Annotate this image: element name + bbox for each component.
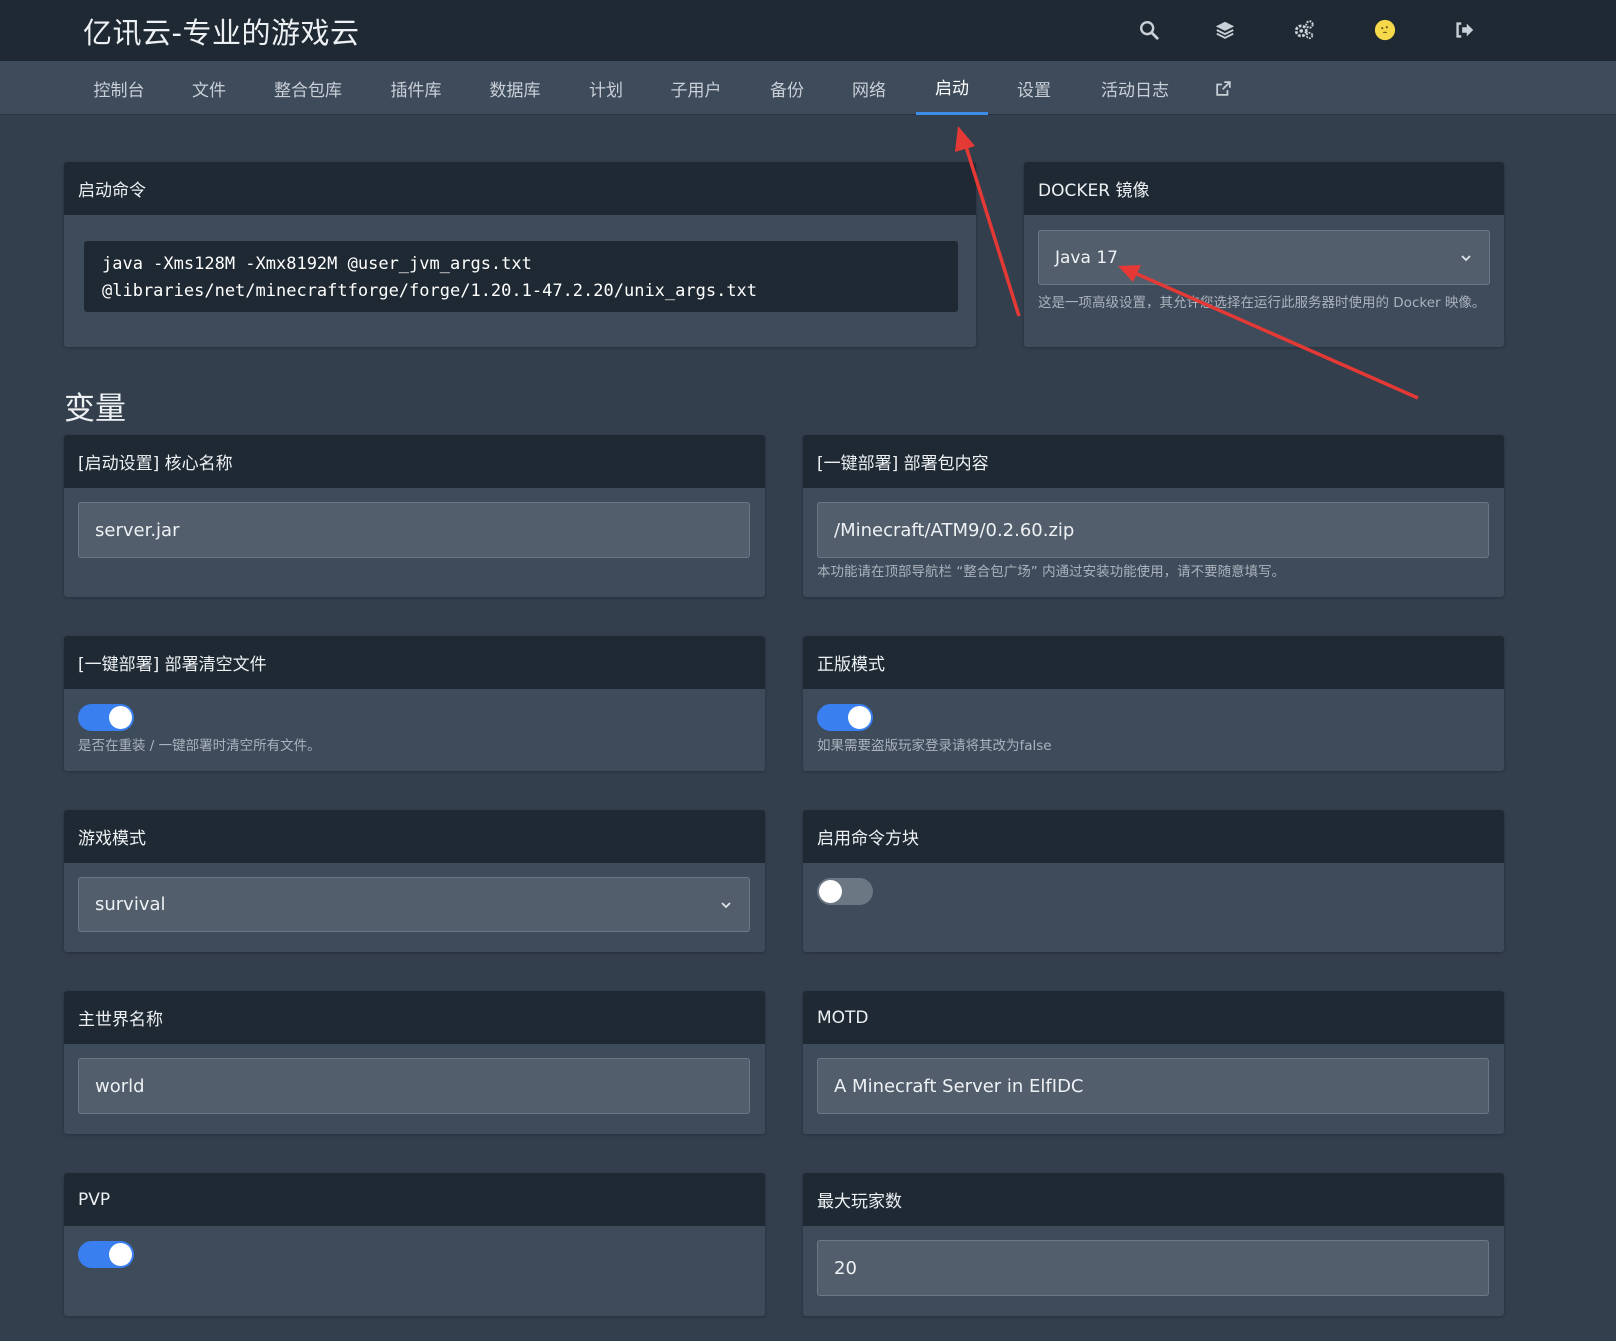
variable-card-clear-files: [一键部署] 部署清空文件 是否在重装 / 一键部署时清空所有文件。 [64,636,765,771]
startup-command-card: 启动命令 java -Xms128M -Xmx8192M @user_jvm_a… [64,162,976,347]
variable-card-max-players: 最大玩家数 20 [803,1173,1504,1316]
server-nav: 控制台 文件 整合包库 插件库 数据库 计划 子用户 备份 网络 启动 设置 活… [0,61,1616,115]
online-mode-toggle[interactable] [817,704,873,731]
online-mode-help: 如果需要盗版玩家登录请将其改为false [817,738,1052,754]
command-block-toggle[interactable] [817,878,873,905]
core-name-input[interactable]: server.jar [78,502,750,558]
card-title: 启用命令方块 [803,810,1504,863]
game-mode-select[interactable]: survival [78,877,750,932]
toggle-knob [819,880,842,903]
tab-plugins[interactable]: 插件库 [378,61,454,115]
card-title: DOCKER 镜像 [1024,162,1504,215]
startup-command[interactable]: java -Xms128M -Xmx8192M @user_jvm_args.t… [84,241,958,312]
max-players-input[interactable]: 20 [817,1240,1489,1296]
docker-image-select[interactable]: Java 17 [1038,230,1490,285]
variable-card-pack-content: [一键部署] 部署包内容 /Minecraft/ATM9/0.2.60.zip … [803,435,1504,597]
variables-heading: 变量 [64,391,126,427]
chevron-down-icon [1461,254,1471,261]
variable-card-core-name: [启动设置] 核心名称 server.jar [64,435,765,597]
variable-card-game-mode: 游戏模式 survival [64,810,765,952]
card-title: PVP [64,1173,765,1226]
tab-modpacks[interactable]: 整合包库 [265,61,351,115]
variable-card-command-block: 启用命令方块 [803,810,1504,952]
tab-startup[interactable]: 启动 [916,61,988,115]
toggle-knob [109,706,132,729]
variable-card-motd: MOTD A Minecraft Server in ElfIDC [803,991,1504,1134]
search-icon[interactable] [1131,12,1167,48]
pack-content-input[interactable]: /Minecraft/ATM9/0.2.60.zip [817,502,1489,558]
tab-network[interactable]: 网络 [842,61,896,115]
toggle-knob [848,706,871,729]
layers-icon[interactable] [1207,12,1243,48]
card-title: [启动设置] 核心名称 [64,435,765,488]
toggle-knob [109,1243,132,1266]
motd-input[interactable]: A Minecraft Server in ElfIDC [817,1058,1489,1114]
variable-card-online-mode: 正版模式 如果需要盗版玩家登录请将其改为false [803,636,1504,771]
card-title: 启动命令 [64,162,976,215]
card-title: [一键部署] 部署包内容 [803,435,1504,488]
clear-files-toggle[interactable] [78,704,134,731]
tab-console[interactable]: 控制台 [84,61,154,115]
docker-image-card: DOCKER 镜像 Java 17 这是一项高级设置，其允许您选择在运行此服务器… [1024,162,1504,347]
logout-icon[interactable] [1446,12,1482,48]
settings-icon[interactable] [1286,12,1322,48]
card-title: MOTD [803,991,1504,1044]
card-title: 正版模式 [803,636,1504,689]
game-mode-value: survival [95,894,166,915]
world-name-input[interactable]: world [78,1058,750,1114]
brand-title[interactable]: 亿讯云-专业的游戏云 [83,10,359,52]
card-title: 主世界名称 [64,991,765,1044]
docker-help-text: 这是一项高级设置，其允许您选择在运行此服务器时使用的 Docker 映像。 [1038,295,1486,311]
avatar-icon[interactable] [1367,12,1403,48]
variable-card-pvp: PVP [64,1173,765,1316]
chevron-down-icon [721,901,731,908]
tab-schedules[interactable]: 计划 [580,61,632,115]
card-title: [一键部署] 部署清空文件 [64,636,765,689]
external-link-icon[interactable] [1206,61,1240,115]
tab-settings[interactable]: 设置 [1007,61,1061,115]
tab-databases[interactable]: 数据库 [477,61,553,115]
pvp-toggle[interactable] [78,1241,134,1268]
card-title: 游戏模式 [64,810,765,863]
tab-files[interactable]: 文件 [180,61,238,115]
tab-activity-log[interactable]: 活动日志 [1092,61,1178,115]
top-bar: 亿讯云-专业的游戏云 [0,0,1616,61]
docker-image-value: Java 17 [1055,247,1118,268]
variable-card-world-name: 主世界名称 world [64,991,765,1134]
card-title: 最大玩家数 [803,1173,1504,1226]
clear-files-help: 是否在重装 / 一键部署时清空所有文件。 [78,738,321,754]
tab-backups[interactable]: 备份 [760,61,814,115]
tab-subusers[interactable]: 子用户 [658,61,734,115]
pack-content-help: 本功能请在顶部导航栏 “整合包广场” 内通过安装功能使用，请不要随意填写。 [817,564,1286,580]
